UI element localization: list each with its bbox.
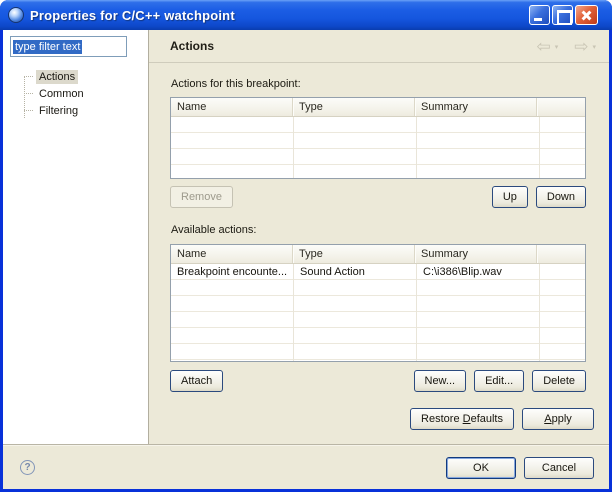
table-header: Name Type Summary: [171, 98, 585, 117]
tree-item-actions[interactable]: Actions: [3, 68, 148, 85]
attach-button[interactable]: Attach: [170, 370, 223, 392]
app-icon: [8, 7, 24, 23]
tree-item-filtering[interactable]: Filtering: [3, 102, 148, 119]
breakpoint-actions-label: Actions for this breakpoint:: [171, 78, 594, 90]
page-title: Actions: [170, 39, 214, 53]
filter-input-text: type filter text: [13, 40, 82, 54]
column-header-name[interactable]: Name: [171, 98, 293, 116]
delete-button[interactable]: Delete: [532, 370, 586, 392]
close-icon[interactable]: [575, 5, 598, 25]
tree-connector: [24, 76, 33, 77]
sidebar: type filter text Actions Common Filterin…: [3, 30, 149, 444]
restore-defaults-button[interactable]: Restore Defaults: [410, 408, 514, 430]
cancel-button[interactable]: Cancel: [524, 457, 594, 479]
actions-page: Actions ⇦ ▾ ⇨ ▾ Actions for this breakpo…: [149, 30, 609, 444]
minimize-icon[interactable]: [529, 5, 550, 25]
table-header: Name Type Summary: [171, 245, 585, 264]
cell-type: Sound Action: [294, 266, 417, 278]
table-row[interactable]: Breakpoint encounte... Sound Action C:\i…: [171, 264, 585, 279]
back-icon[interactable]: ⇦: [536, 38, 550, 55]
breakpoint-actions-table[interactable]: Name Type Summary: [170, 97, 586, 179]
remove-button[interactable]: Remove: [170, 186, 233, 208]
forward-icon[interactable]: ⇨: [574, 38, 588, 55]
properties-dialog: Properties for C/C++ watchpoint type fil…: [0, 0, 612, 492]
back-dropdown-icon[interactable]: ▾: [555, 40, 559, 53]
table-body[interactable]: Breakpoint encounte... Sound Action C:\i…: [171, 264, 585, 361]
title-bar[interactable]: Properties for C/C++ watchpoint: [0, 0, 612, 30]
column-header-extra[interactable]: [537, 245, 585, 263]
up-button[interactable]: Up: [492, 186, 528, 208]
column-header-summary[interactable]: Summary: [415, 98, 537, 116]
column-header-name[interactable]: Name: [171, 245, 293, 263]
column-header-summary[interactable]: Summary: [415, 245, 537, 263]
cell-summary: C:\i386\Blip.wav: [417, 266, 540, 278]
window-title: Properties for C/C++ watchpoint: [30, 8, 527, 23]
cell-name: Breakpoint encounte...: [171, 266, 294, 278]
properties-tree: Actions Common Filtering: [3, 68, 148, 119]
available-actions-table[interactable]: Name Type Summary Breakpoint encounte...: [170, 244, 586, 362]
column-header-type[interactable]: Type: [293, 245, 415, 263]
tree-item-common[interactable]: Common: [3, 85, 148, 102]
help-icon[interactable]: ?: [20, 460, 35, 475]
column-header-type[interactable]: Type: [293, 98, 415, 116]
new-button[interactable]: New...: [414, 370, 467, 392]
available-actions-label: Available actions:: [171, 224, 594, 236]
footer: ? OK Cancel: [3, 446, 609, 489]
tree-connector: [24, 93, 33, 94]
filter-input[interactable]: type filter text: [10, 36, 127, 57]
column-header-extra[interactable]: [537, 98, 585, 116]
down-button[interactable]: Down: [536, 186, 586, 208]
forward-dropdown-icon[interactable]: ▾: [592, 40, 596, 53]
dialog-content: type filter text Actions Common Filterin…: [3, 30, 609, 489]
maximize-icon[interactable]: [552, 5, 573, 25]
ok-button[interactable]: OK: [446, 457, 516, 479]
tree-connector: [24, 110, 33, 111]
edit-button[interactable]: Edit...: [474, 370, 524, 392]
page-header: Actions ⇦ ▾ ⇨ ▾: [149, 30, 609, 63]
table-body-empty[interactable]: [171, 117, 585, 178]
apply-button[interactable]: Apply: [522, 408, 594, 430]
